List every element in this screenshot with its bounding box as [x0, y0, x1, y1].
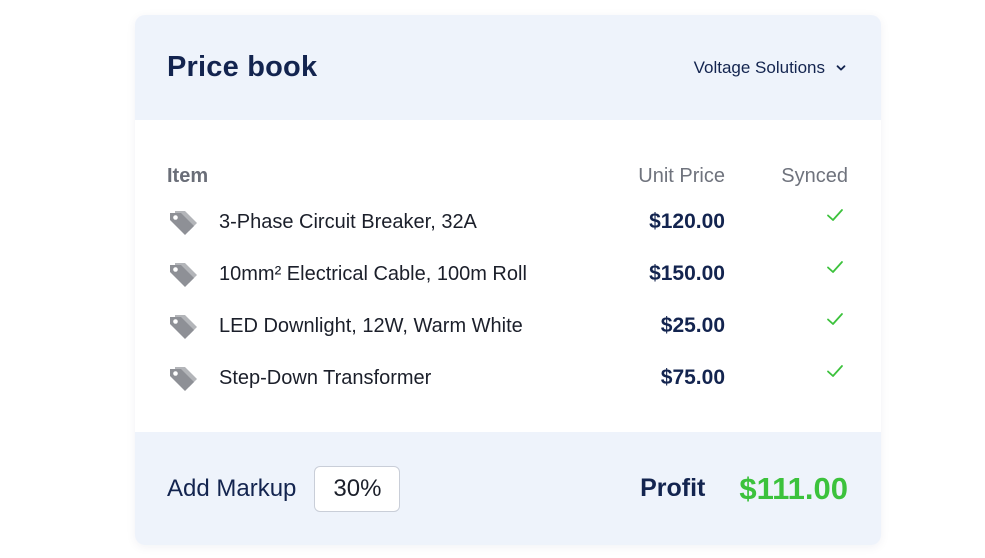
company-name: Voltage Solutions	[693, 57, 825, 77]
price-tag-icon	[170, 263, 197, 287]
page-title: Price book	[167, 51, 318, 83]
profit-value: $111.00	[739, 470, 848, 506]
table-body: 3-Phase Circuit Breaker, 32A $120.00 10m…	[167, 196, 848, 404]
synced-cell	[725, 209, 848, 223]
price-table: Item Unit Price Synced 3-Phase Circuit B…	[135, 120, 881, 432]
item-price: $75.00	[660, 366, 725, 389]
profit-label: Profit	[640, 474, 706, 502]
item-price: $120.00	[649, 210, 725, 233]
synced-cell	[725, 313, 848, 327]
price-tag-icon	[170, 211, 197, 235]
chevron-down-icon	[836, 64, 846, 70]
company-selector[interactable]: Voltage Solutions	[694, 58, 847, 78]
card-footer: Add Markup Profit $111.00	[135, 432, 881, 545]
column-header-synced: Synced	[781, 164, 848, 187]
synced-cell	[725, 365, 848, 379]
item-name: Step-Down Transformer	[219, 366, 432, 389]
table-row[interactable]: LED Downlight, 12W, Warm White $25.00	[167, 300, 848, 352]
item-cell: Step-Down Transformer	[167, 363, 585, 393]
table-row[interactable]: 3-Phase Circuit Breaker, 32A $120.00	[167, 196, 848, 248]
table-row[interactable]: Step-Down Transformer $75.00	[167, 352, 848, 404]
synced-cell	[725, 261, 848, 275]
item-cell: 10mm² Electrical Cable, 100m Roll	[167, 259, 585, 289]
column-header-item: Item	[167, 164, 209, 187]
markup-label: Add Markup	[167, 474, 297, 502]
table-header: Item Unit Price Synced	[167, 156, 848, 196]
price-tag-icon	[170, 315, 197, 339]
price-book-card: Price book Voltage Solutions Item Unit P…	[135, 15, 881, 545]
check-icon	[827, 313, 843, 325]
item-cell: 3-Phase Circuit Breaker, 32A	[167, 207, 585, 237]
item-price: $25.00	[660, 314, 725, 337]
column-header-unit-price: Unit Price	[638, 164, 725, 187]
table-row[interactable]: 10mm² Electrical Cable, 100m Roll $150.0…	[167, 248, 848, 300]
item-cell: LED Downlight, 12W, Warm White	[167, 311, 585, 341]
check-icon	[827, 365, 843, 377]
card-header: Price book Voltage Solutions	[135, 15, 881, 120]
price-tag-icon	[170, 367, 197, 391]
markup-input[interactable]	[314, 465, 401, 512]
item-price: $150.00	[649, 262, 725, 285]
item-name: LED Downlight, 12W, Warm White	[219, 314, 523, 337]
item-name: 3-Phase Circuit Breaker, 32A	[219, 210, 477, 233]
item-name: 10mm² Electrical Cable, 100m Roll	[219, 262, 527, 285]
check-icon	[827, 261, 843, 273]
check-icon	[827, 209, 843, 221]
